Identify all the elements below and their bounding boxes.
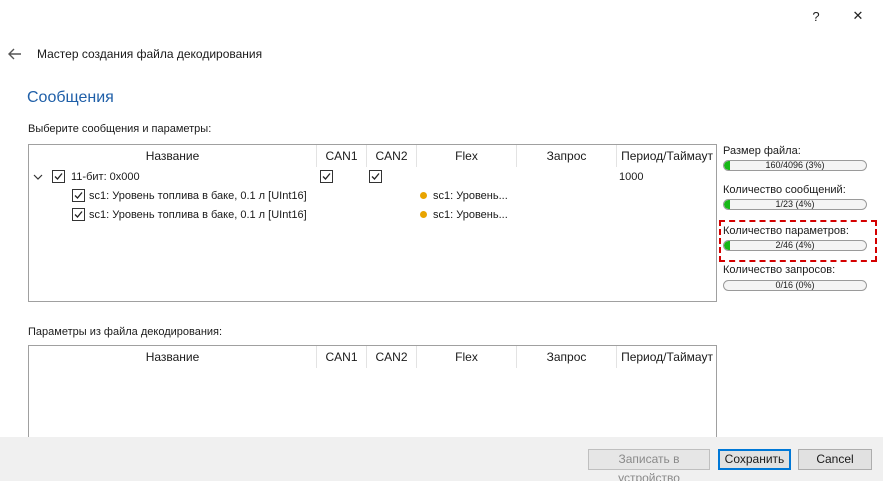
column-header-can2[interactable]: CAN2 xyxy=(367,145,417,167)
column-header-can1[interactable]: CAN1 xyxy=(317,145,367,167)
param-checkbox[interactable] xyxy=(72,189,85,202)
group-checkbox[interactable] xyxy=(52,170,65,183)
help-button[interactable]: ? xyxy=(796,0,836,32)
group-can2-checkbox[interactable] xyxy=(369,170,382,183)
group-period: 1000 xyxy=(619,171,644,183)
column-header-flex[interactable]: Flex xyxy=(417,145,517,167)
param-flex: sc1: Уровень... xyxy=(433,209,508,221)
requests-count-progress: 0/16 (0%) xyxy=(723,280,867,291)
group-can1-checkbox[interactable] xyxy=(320,170,333,183)
back-button[interactable] xyxy=(4,43,26,65)
table-row-group[interactable]: 11-бит: 0x000 1000 xyxy=(29,168,716,186)
footer-bar: Записать в устройство Сохранить Cancel xyxy=(0,437,883,481)
param-name: sc1: Уровень топлива в баке, 0.1 л [UInt… xyxy=(89,190,307,202)
file-size-progress: 160/4096 (3%) xyxy=(723,160,867,171)
file-size-label: Размер файла: xyxy=(723,145,801,157)
messages-section-label: Выберите сообщения и параметры: xyxy=(28,123,212,135)
file-params-table-header: Название CAN1 CAN2 Flex Запрос Период/Та… xyxy=(29,346,716,368)
check-icon xyxy=(54,173,63,180)
column-header-name[interactable]: Название xyxy=(29,145,317,167)
messages-count-label: Количество сообщений: xyxy=(723,184,846,196)
params-count-label: Количество параметров: xyxy=(723,225,849,237)
column-header-period[interactable]: Период/Таймаут xyxy=(617,145,717,167)
arrow-left-icon xyxy=(8,48,21,60)
column-header-can2[interactable]: CAN2 xyxy=(367,346,417,368)
cancel-button[interactable]: Cancel xyxy=(798,449,872,470)
close-icon: ✕ xyxy=(852,8,864,23)
page-title: Сообщения xyxy=(27,89,114,106)
save-button[interactable]: Сохранить xyxy=(718,449,791,470)
check-icon xyxy=(74,192,83,199)
messages-table-header: Название CAN1 CAN2 Flex Запрос Период/Та… xyxy=(29,145,716,167)
param-name: sc1: Уровень топлива в баке, 0.1 л [UInt… xyxy=(89,209,307,221)
column-header-flex[interactable]: Flex xyxy=(417,346,517,368)
file-params-section-label: Параметры из файла декодирования: xyxy=(28,326,223,338)
help-icon: ? xyxy=(812,8,820,24)
messages-table[interactable]: Название CAN1 CAN2 Flex Запрос Период/Та… xyxy=(28,144,717,302)
flex-status-dot-icon xyxy=(420,211,427,218)
group-name: 11-бит: 0x000 xyxy=(71,171,140,183)
write-to-device-button[interactable]: Записать в устройство xyxy=(588,449,710,481)
param-flex: sc1: Уровень... xyxy=(433,190,508,202)
requests-count-value: 0/16 (0%) xyxy=(775,280,815,290)
check-icon xyxy=(371,173,380,180)
requests-count-label: Количество запросов: xyxy=(723,264,836,276)
column-header-period[interactable]: Период/Таймаут xyxy=(617,346,717,368)
column-header-name[interactable]: Название xyxy=(29,346,317,368)
table-row-param[interactable]: sc1: Уровень топлива в баке, 0.1 л [UInt… xyxy=(29,206,716,224)
column-header-can1[interactable]: CAN1 xyxy=(317,346,367,368)
chevron-down-icon[interactable] xyxy=(33,172,43,182)
column-header-request[interactable]: Запрос xyxy=(517,145,617,167)
params-count-progress: 2/46 (4%) xyxy=(723,240,867,251)
file-size-value: 160/4096 (3%) xyxy=(765,160,825,170)
close-button[interactable]: ✕ xyxy=(838,0,878,32)
column-header-request[interactable]: Запрос xyxy=(517,346,617,368)
params-count-value: 2/46 (4%) xyxy=(775,240,815,250)
flex-status-dot-icon xyxy=(420,192,427,199)
table-row-param[interactable]: sc1: Уровень топлива в баке, 0.1 л [UInt… xyxy=(29,187,716,205)
window-title: Мастер создания файла декодирования xyxy=(37,47,263,61)
messages-count-value: 1/23 (4%) xyxy=(775,199,815,209)
check-icon xyxy=(74,211,83,218)
messages-count-progress: 1/23 (4%) xyxy=(723,199,867,210)
check-icon xyxy=(322,173,331,180)
param-checkbox[interactable] xyxy=(72,208,85,221)
